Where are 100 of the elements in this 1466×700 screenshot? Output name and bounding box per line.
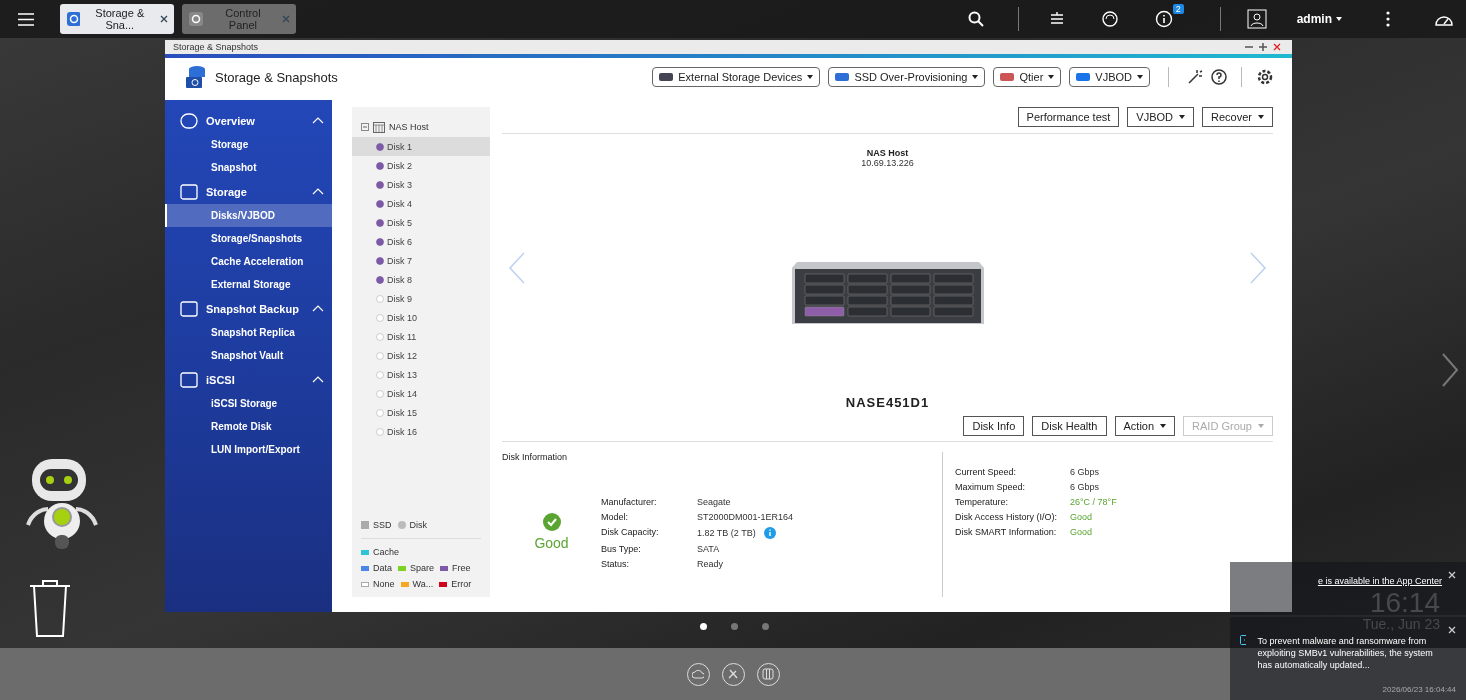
disk-tree-item[interactable]: Disk 6 — [352, 232, 490, 251]
legend-item: SSD — [361, 520, 392, 530]
disk-tree-item[interactable]: Disk 3 — [352, 175, 490, 194]
field-label: Manufacturer: — [601, 496, 658, 507]
device-icon — [1000, 72, 1015, 82]
page-dot[interactable] — [700, 623, 707, 630]
field-label: Model: — [601, 511, 629, 522]
caret-icon — [807, 75, 814, 79]
field-value: Seagate — [697, 496, 732, 507]
tree-root-label[interactable]: NAS Host — [389, 122, 429, 132]
field-value: 26°C / 78°F — [1070, 497, 1118, 507]
disk-tree-item[interactable]: Disk 13 — [352, 365, 490, 384]
field-value: Ready — [697, 558, 724, 569]
minimize-icon[interactable] — [1245, 43, 1253, 51]
circle-icon — [397, 521, 406, 529]
section-icon — [180, 300, 198, 317]
disk-tree-item[interactable]: Disk 7 — [352, 251, 490, 270]
field-label: Maximum Speed: — [955, 482, 1027, 492]
push-button[interactable]: Performance test — [1017, 107, 1120, 127]
user-icon[interactable] — [1246, 9, 1267, 29]
more-icon[interactable] — [1386, 11, 1390, 27]
chevron-up-icon[interactable] — [312, 305, 324, 312]
disk-tree-item[interactable]: Disk 9 — [352, 289, 490, 308]
disk-tree-item[interactable]: Disk 10 — [352, 308, 490, 327]
help-icon[interactable] — [1211, 69, 1227, 85]
disk-tree-item[interactable]: Disk 16 — [352, 422, 490, 441]
sidebar-group[interactable]: Storage — [165, 179, 332, 204]
field-label: Disk SMART Information: — [955, 527, 1058, 537]
sidebar-item[interactable]: LUN Import/Export — [165, 438, 332, 461]
sidebar-item[interactable]: Snapshot Vault — [165, 344, 332, 367]
window-title: Storage & Snapshots — [173, 42, 259, 52]
field-label: Bus Type: — [601, 543, 642, 554]
collapse-icon[interactable] — [361, 123, 369, 131]
nas-icon — [373, 121, 385, 133]
dropdown-button[interactable]: Action — [1114, 416, 1176, 436]
sidebar-item[interactable]: Remote Disk — [165, 415, 332, 438]
wand-icon[interactable] — [1187, 69, 1203, 85]
user-menu[interactable]: admin — [1290, 11, 1348, 27]
chevron-right-icon[interactable] — [1440, 352, 1460, 388]
chevron-up-icon[interactable] — [312, 188, 324, 195]
legend-item: Cache — [361, 547, 399, 557]
sidebar-item[interactable]: Snapshot — [165, 156, 332, 179]
section-title: Disk Information — [502, 452, 569, 464]
disk-tree-item[interactable]: Disk 2 — [352, 156, 490, 175]
field-value: 6 Gbps — [1070, 467, 1101, 477]
section-icon — [180, 112, 198, 129]
disk-tree-item[interactable]: Disk 4 — [352, 194, 490, 213]
dropdown-menu[interactable]: SSD Over-Provisioning — [828, 67, 986, 87]
legend-item: None — [361, 579, 395, 589]
notification-link[interactable]: e is available in the App Center — [1317, 576, 1442, 586]
disk-tree-item[interactable]: Disk 14 — [352, 384, 490, 403]
menu-icon[interactable] — [18, 12, 34, 26]
settings-icon[interactable] — [1256, 68, 1274, 86]
chevron-up-icon[interactable] — [312, 376, 324, 383]
device-model: NASE451D1 — [845, 395, 930, 410]
dropdown-menu[interactable]: VJBOD — [1069, 67, 1150, 87]
disk-tree-item[interactable]: Disk 8 — [352, 270, 490, 289]
trash-icon[interactable] — [28, 578, 72, 638]
field-value: Good — [1070, 512, 1094, 522]
disk-tree-item[interactable]: Disk 12 — [352, 346, 490, 365]
caret-icon — [1258, 424, 1264, 428]
dropdown-menu[interactable]: Qtier — [993, 67, 1062, 87]
caret-icon — [1048, 75, 1055, 79]
page-dot[interactable] — [762, 623, 769, 630]
sidebar-item[interactable]: Snapshot Replica — [165, 321, 332, 344]
dropdown-menu[interactable]: External Storage Devices — [652, 67, 821, 87]
page-dot[interactable] — [731, 623, 738, 630]
dropdown-button[interactable]: Recover — [1202, 107, 1273, 127]
sidebar-item[interactable]: Disks/VJBOD — [165, 204, 332, 227]
sidebar-item[interactable]: Storage — [165, 133, 332, 156]
dropdown-button[interactable]: VJBOD — [1127, 107, 1195, 127]
sidebar-group[interactable]: Overview — [165, 108, 332, 133]
caret-icon — [972, 75, 979, 79]
sidebar-item[interactable]: External Storage — [165, 273, 332, 296]
taskbar-tab[interactable]: Storage & Sna... — [60, 4, 174, 34]
push-button[interactable]: Disk Health — [1032, 416, 1107, 436]
disk-tree-item[interactable]: Disk 1 — [352, 137, 490, 156]
disk-tree-item[interactable]: Disk 15 — [352, 403, 490, 422]
push-button[interactable]: Disk Info — [963, 416, 1025, 436]
sidebar-item[interactable]: iSCSI Storage — [165, 392, 332, 415]
legend-item: Data — [361, 563, 392, 573]
info-icon[interactable] — [1154, 10, 1173, 28]
sidebar-group[interactable]: iSCSI — [165, 367, 332, 392]
chevron-up-icon[interactable] — [312, 117, 324, 124]
close-icon[interactable] — [160, 15, 168, 23]
storage-app-icon — [185, 65, 207, 89]
app-title: Storage & Snapshots — [215, 69, 338, 85]
section-icon — [180, 371, 198, 388]
caret-icon — [1137, 75, 1143, 79]
sidebar-item[interactable]: Storage/Snapshots — [165, 227, 332, 250]
notification-text: To prevent malware and ransomware from exploiting SMBv1 vulnerabilities, the system has automatically updated... — [1257, 635, 1434, 671]
disk-tree-item[interactable]: Disk 11 — [352, 327, 490, 346]
stack-icon[interactable] — [1048, 11, 1065, 27]
legend-item: Error — [439, 579, 472, 589]
sidebar-item[interactable]: Cache Acceleration — [165, 250, 332, 273]
disk-tree-item[interactable]: Disk 5 — [352, 213, 490, 232]
sidebar-group[interactable]: Snapshot Backup — [165, 296, 332, 321]
field-label: Disk Capacity: — [601, 526, 660, 539]
search-icon[interactable] — [967, 11, 984, 27]
maximize-icon[interactable] — [1259, 43, 1267, 51]
